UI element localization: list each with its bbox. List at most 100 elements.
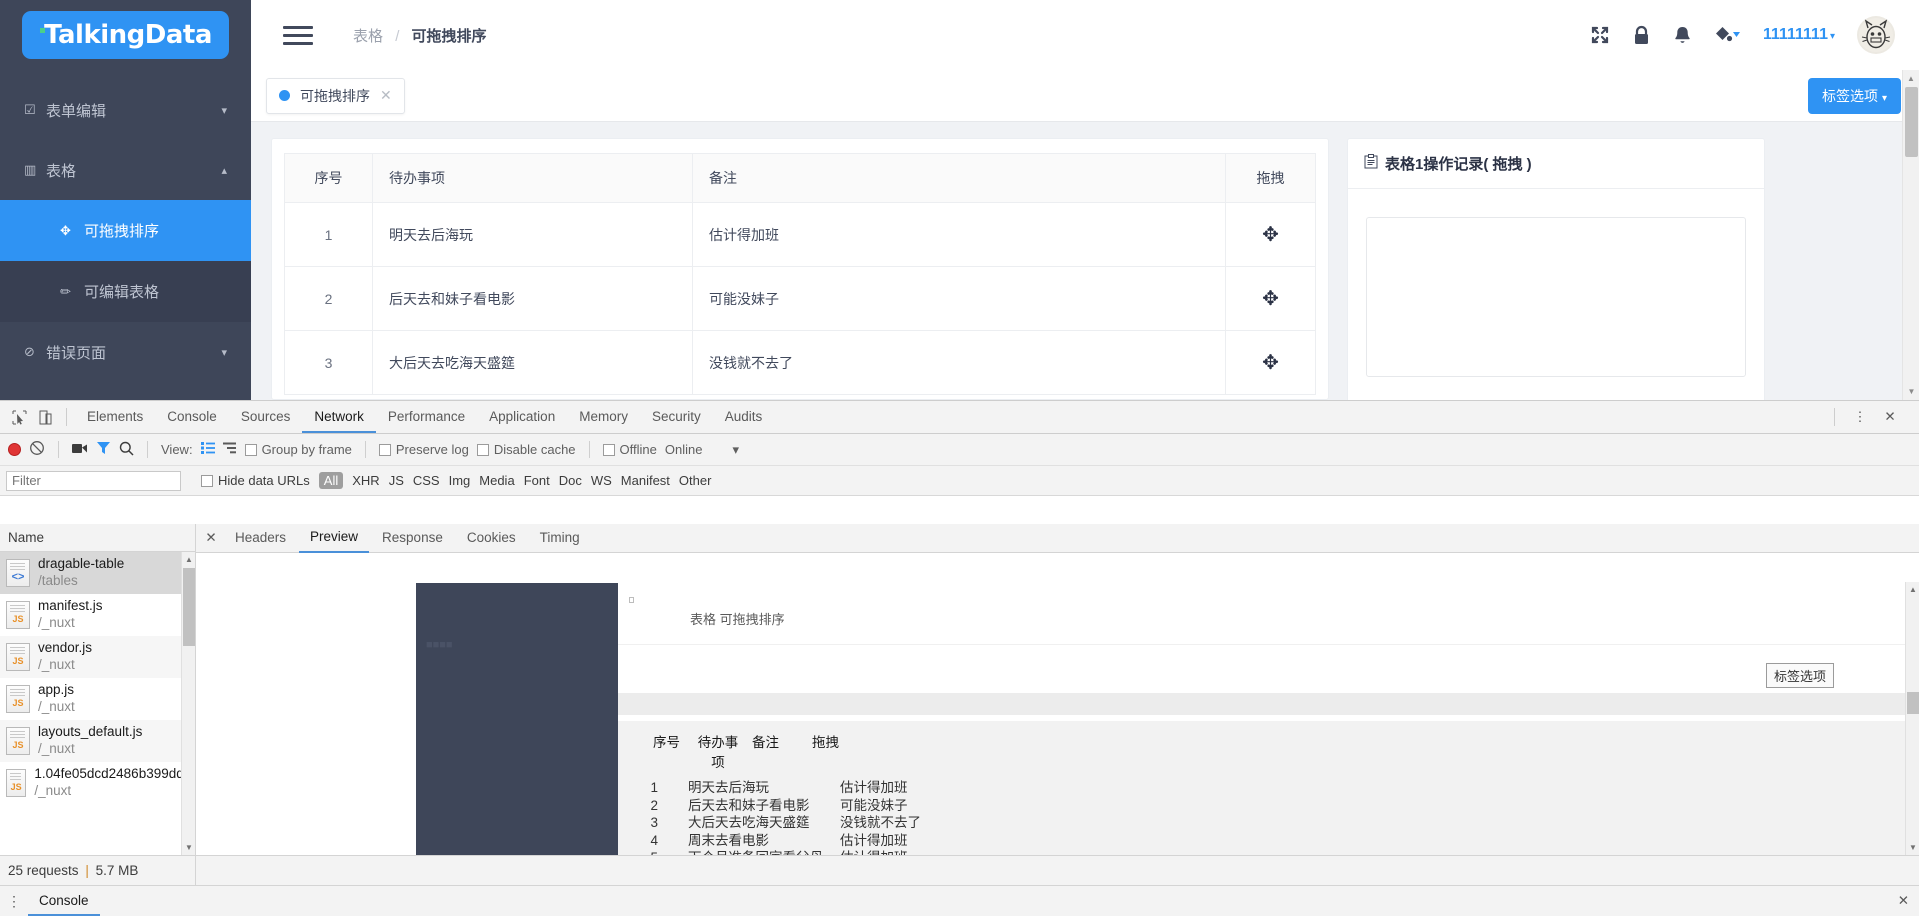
column-header-no[interactable]: 序号 [284,153,373,203]
devtools-tab-network[interactable]: Network [302,401,376,433]
breadcrumb-parent[interactable]: 表格 [353,28,383,45]
filter-type-xhr[interactable]: XHR [352,473,379,488]
devtools-tab-memory[interactable]: Memory [567,401,640,433]
detail-tab-response[interactable]: Response [371,524,454,552]
scroll-up-arrow-icon[interactable]: ▲ [182,552,196,567]
detail-tab-preview[interactable]: Preview [299,524,370,553]
close-icon[interactable]: ✕ [1898,893,1909,909]
logo-container[interactable]: TalkingData [0,0,251,70]
group-by-frame-checkbox[interactable]: Group by frame [244,442,352,457]
sidebar-item-error-page[interactable]: ⊘ 错误页面 ▾ [0,322,251,382]
user-menu[interactable]: 11111111 ▾ [1763,26,1835,44]
filter-icon[interactable] [96,441,111,458]
close-icon[interactable]: ✕ [200,530,222,546]
detail-tab-cookies[interactable]: Cookies [456,524,527,552]
filter-type-ws[interactable]: WS [591,473,612,488]
hide-data-urls-checkbox[interactable]: Hide data URLs [201,473,310,488]
drag-handle-icon[interactable]: ✥ [1262,352,1279,374]
column-header-drag[interactable]: 拖拽 [1225,153,1316,203]
tree-view-icon[interactable] [222,442,237,457]
filter-type-media[interactable]: Media [479,473,514,488]
filter-type-manifest[interactable]: Manifest [621,473,670,488]
devtools-tab-performance[interactable]: Performance [376,401,477,433]
page-scrollbar[interactable]: ▲ ▼ [1902,70,1919,400]
detail-tab-timing[interactable]: Timing [529,524,591,552]
devtools-tab-console[interactable]: Console [155,401,229,433]
close-icon[interactable]: ✕ [380,87,392,104]
checkbox-icon[interactable] [201,475,213,487]
devtools-tab-sources[interactable]: Sources [229,401,303,433]
sidebar-item-table[interactable]: ▥ 表格 ▴ [0,140,251,200]
brand-logo[interactable]: TalkingData [22,11,229,59]
request-list-scrollbar[interactable]: ▲ ▼ [181,552,195,855]
checkbox-icon[interactable] [244,444,257,456]
list-item[interactable]: JS layouts_default.js /_nuxt [0,720,195,762]
filter-type-doc[interactable]: Doc [559,473,582,488]
preview-tag-options-button[interactable]: 标签选项 [1765,663,1834,688]
list-item[interactable]: JS vendor.js /_nuxt [0,636,195,678]
theme-icon[interactable] [1714,25,1741,45]
devtools-tab-audits[interactable]: Audits [713,401,775,433]
scroll-down-arrow-icon[interactable]: ▼ [1906,840,1919,855]
drag-handle-icon[interactable]: ✥ [1262,288,1279,310]
chevron-down-icon[interactable]: ▾ [732,442,739,458]
scroll-down-arrow-icon[interactable]: ▼ [1903,383,1919,400]
record-icon[interactable] [8,443,21,456]
devtools-tab-elements[interactable]: Elements [75,401,155,433]
column-header-todo[interactable]: 待办事项 [372,153,693,203]
checkbox-icon[interactable] [476,444,489,456]
list-item[interactable]: <> dragable-table /tables [0,552,195,594]
inspect-icon[interactable] [6,404,32,430]
filter-type-js[interactable]: JS [389,473,404,488]
offline-checkbox[interactable]: Offline [602,442,657,457]
throttling-select[interactable]: Online [665,442,703,457]
filter-type-img[interactable]: Img [449,473,471,488]
cell-drag[interactable]: ✥ [1225,202,1316,267]
filter-type-all[interactable]: All [318,472,344,489]
scroll-up-arrow-icon[interactable]: ▲ [1906,582,1919,597]
drag-handle-icon[interactable]: ✥ [1262,224,1279,246]
preview-scrollbar[interactable]: ▲ ▼ [1905,582,1919,855]
lock-icon[interactable] [1632,25,1651,46]
list-item[interactable]: JS app.js /_nuxt [0,678,195,720]
checkbox-icon[interactable] [602,444,615,456]
list-view-icon[interactable] [200,442,215,457]
table-row[interactable]: 1 明天去后海玩 估计得加班 ✥ [284,202,1316,267]
list-item[interactable]: JS manifest.js /_nuxt [0,594,195,636]
column-header-note[interactable]: 备注 [692,153,1226,203]
cell-drag[interactable]: ✥ [1225,266,1316,331]
devtools-tab-application[interactable]: Application [477,401,567,433]
sidebar-item-editable-table[interactable]: ✏ 可编辑表格 [0,261,251,322]
drawer-tab-console[interactable]: Console [28,886,100,916]
tab-draggable-sort[interactable]: 可拖拽排序 ✕ [266,77,405,114]
filter-type-other[interactable]: Other [679,473,712,488]
device-toolbar-icon[interactable] [32,404,58,430]
request-list-header[interactable]: Name [0,524,195,552]
scroll-down-arrow-icon[interactable]: ▼ [182,840,196,855]
scroll-up-arrow-icon[interactable]: ▲ [1903,70,1919,87]
more-vertical-icon[interactable]: ⋮ [1847,404,1873,430]
camera-icon[interactable] [72,442,88,458]
filter-type-css[interactable]: CSS [413,473,440,488]
avatar[interactable] [1857,16,1895,54]
devtools-tab-security[interactable]: Security [640,401,713,433]
table-row[interactable]: 2 后天去和妹子看电影 可能没妹子 ✥ [284,266,1316,331]
detail-tab-headers[interactable]: Headers [224,524,297,552]
cell-drag[interactable]: ✥ [1225,330,1316,395]
fullscreen-icon[interactable] [1590,25,1610,45]
sidebar-item-form-edit[interactable]: ☑ 表单编辑 ▾ [0,80,251,140]
more-vertical-icon[interactable]: ⋮ [0,894,28,908]
close-icon[interactable]: ✕ [1877,404,1903,430]
list-item[interactable]: JS 1.04fe05dcd2486b399ddf.. /_nuxt [0,762,195,804]
hamburger-menu-icon[interactable] [283,25,313,45]
scrollbar-thumb[interactable] [1905,87,1918,157]
disable-cache-checkbox[interactable]: Disable cache [476,442,576,457]
tag-options-button[interactable]: 标签选项 ▾ [1807,77,1901,114]
filter-input[interactable] [6,470,181,491]
preserve-log-checkbox[interactable]: Preserve log [378,442,469,457]
search-icon[interactable] [119,441,134,459]
filter-type-font[interactable]: Font [524,473,550,488]
table-row[interactable]: 3 大后天去吃海天盛筵 没钱就不去了 ✥ [284,330,1316,395]
bell-icon[interactable] [1673,25,1692,46]
sidebar-item-draggable-sort[interactable]: ✥ 可拖拽排序 [0,200,251,261]
